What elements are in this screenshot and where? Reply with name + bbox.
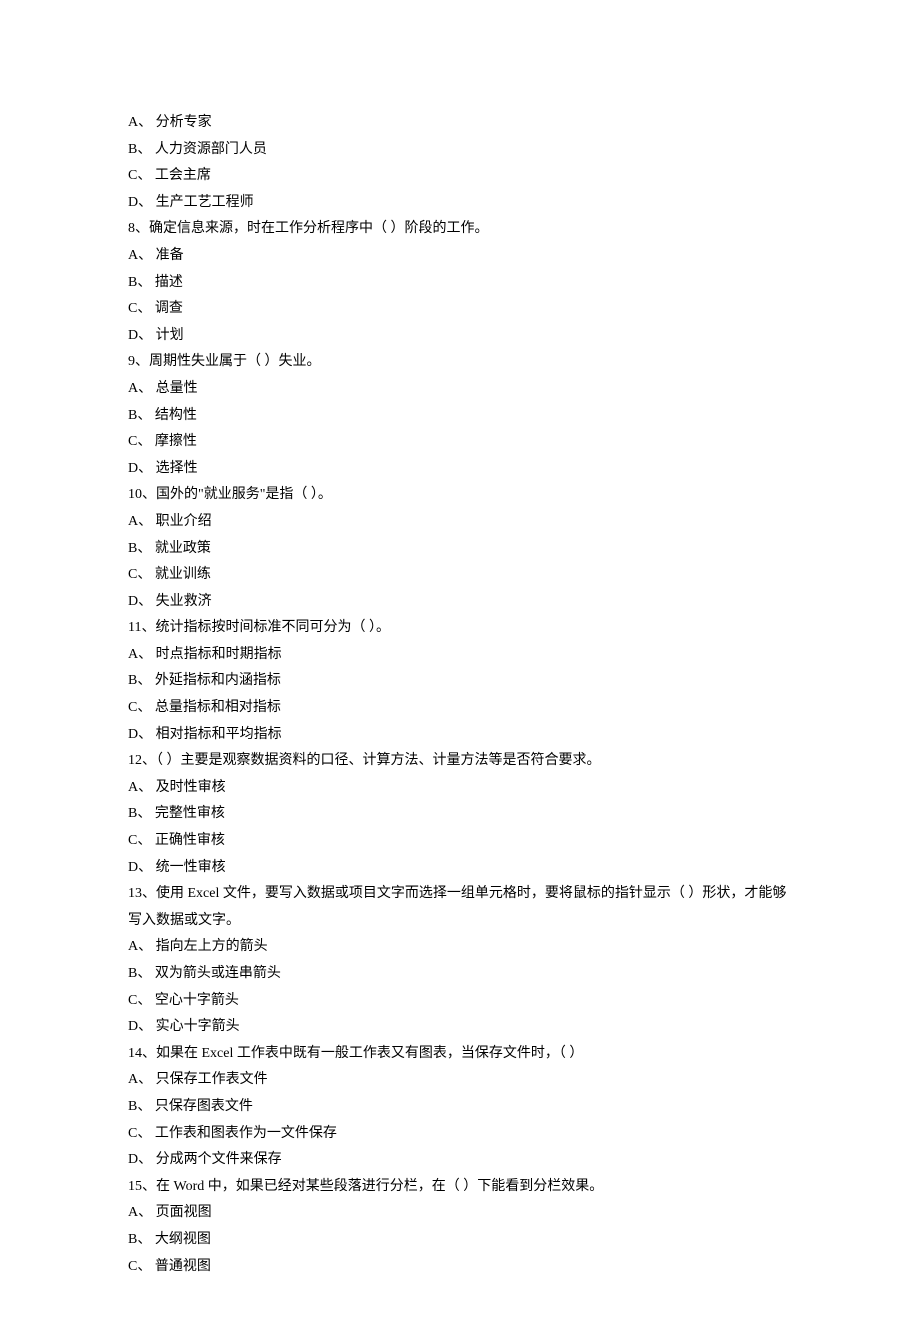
text-line: B、 完整性审核 xyxy=(128,801,792,828)
text-line: A、 只保存工作表文件 xyxy=(128,1067,792,1094)
text-line: C、 总量指标和相对指标 xyxy=(128,695,792,722)
text-line: B、 结构性 xyxy=(128,403,792,430)
text-line: A、 准备 xyxy=(128,243,792,270)
text-line: A、 总量性 xyxy=(128,376,792,403)
text-line: D、 统一性审核 xyxy=(128,855,792,882)
text-line: A、 指向左上方的箭头 xyxy=(128,934,792,961)
text-line: A、 时点指标和时期指标 xyxy=(128,642,792,669)
text-line: D、 选择性 xyxy=(128,456,792,483)
text-line: C、 普通视图 xyxy=(128,1254,792,1281)
document-page: A、 分析专家 B、 人力资源部门人员 C、 工会主席 D、 生产工艺工程师 8… xyxy=(0,0,920,1340)
text-line: D、 失业救济 xyxy=(128,589,792,616)
text-line: C、 空心十字箭头 xyxy=(128,988,792,1015)
text-line: C、 正确性审核 xyxy=(128,828,792,855)
text-line: D、 生产工艺工程师 xyxy=(128,190,792,217)
text-line: 14、如果在 Excel 工作表中既有一般工作表又有图表，当保存文件时，（ ） xyxy=(128,1041,792,1068)
text-line: B、 人力资源部门人员 xyxy=(128,137,792,164)
text-line: 12、（ ）主要是观察数据资料的口径、计算方法、计量方法等是否符合要求。 xyxy=(128,748,792,775)
text-line: 9、周期性失业属于（ ）失业。 xyxy=(128,349,792,376)
text-line: D、 计划 xyxy=(128,323,792,350)
text-line: 10、国外的"就业服务"是指（ ）。 xyxy=(128,482,792,509)
text-line: C、 摩擦性 xyxy=(128,429,792,456)
text-line: B、 描述 xyxy=(128,270,792,297)
text-line: B、 大纲视图 xyxy=(128,1227,792,1254)
text-line: A、 分析专家 xyxy=(128,110,792,137)
text-line: 11、统计指标按时间标准不同可分为（ ）。 xyxy=(128,615,792,642)
text-line: A、 及时性审核 xyxy=(128,775,792,802)
text-line: 8、确定信息来源，时在工作分析程序中（ ）阶段的工作。 xyxy=(128,216,792,243)
text-line: C、 就业训练 xyxy=(128,562,792,589)
text-line: D、 分成两个文件来保存 xyxy=(128,1147,792,1174)
text-line: D、 实心十字箭头 xyxy=(128,1014,792,1041)
text-line: B、 双为箭头或连串箭头 xyxy=(128,961,792,988)
text-line: B、 只保存图表文件 xyxy=(128,1094,792,1121)
text-line: B、 就业政策 xyxy=(128,536,792,563)
text-line: 13、使用 Excel 文件，要写入数据或项目文字而选择一组单元格时，要将鼠标的… xyxy=(128,881,792,934)
text-line: 15、在 Word 中，如果已经对某些段落进行分栏，在（ ）下能看到分栏效果。 xyxy=(128,1174,792,1201)
text-line: C、 工会主席 xyxy=(128,163,792,190)
text-line: A、 页面视图 xyxy=(128,1200,792,1227)
text-line: B、 外延指标和内涵指标 xyxy=(128,668,792,695)
text-line: C、 工作表和图表作为一文件保存 xyxy=(128,1121,792,1148)
text-line: C、 调查 xyxy=(128,296,792,323)
text-line: D、 相对指标和平均指标 xyxy=(128,722,792,749)
text-line: A、 职业介绍 xyxy=(128,509,792,536)
